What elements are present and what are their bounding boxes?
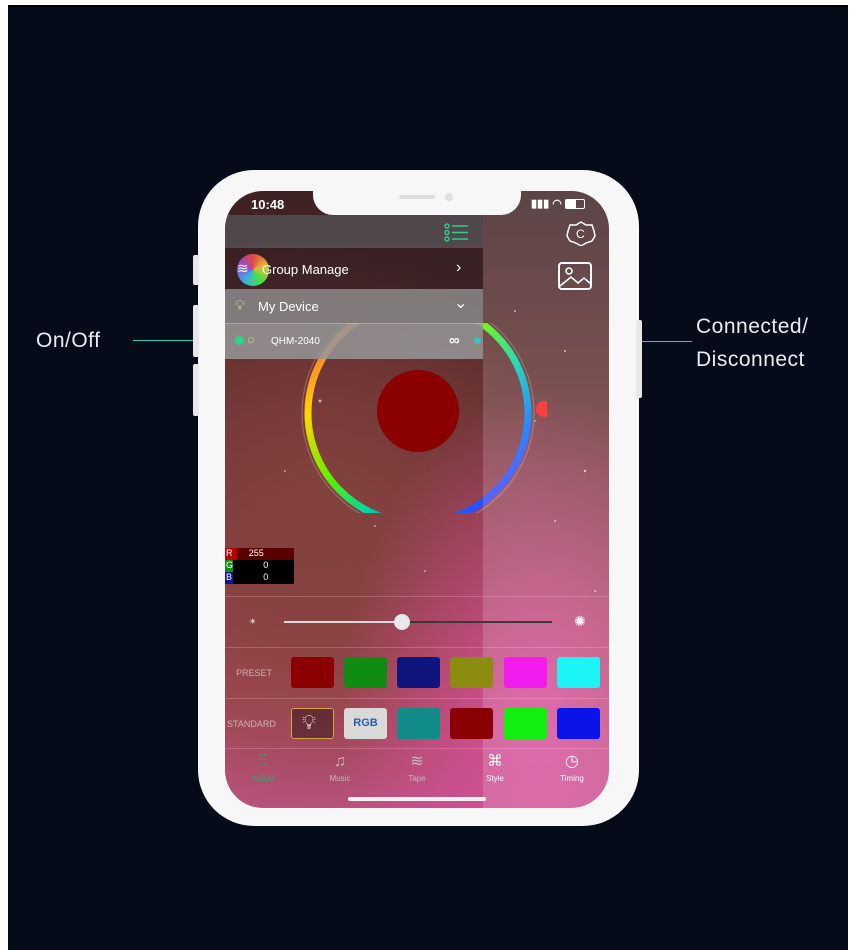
image-top-border — [0, 0, 856, 7]
my-device-row[interactable]: 💡︎ My Device ⌄ — [225, 289, 483, 323]
status-time: 10:48 — [251, 197, 285, 212]
status-icons: ▮▮▮ ◠ — [531, 197, 585, 210]
my-device-label: My Device — [258, 299, 319, 314]
app-screen: 10:48 ▮▮▮ ◠ C ≋ Group Manage › 💡︎ My Dev… — [225, 191, 609, 808]
standard-color-swatch[interactable] — [557, 708, 600, 739]
link-icon[interactable]: ∞ — [449, 332, 460, 349]
music-note-icon: ♫ — [334, 753, 346, 770]
lightbulb-icon: 💡︎ — [302, 712, 316, 734]
volume-up-button — [193, 305, 199, 357]
standard-label: STANDARD — [227, 719, 276, 729]
group-manage-label: Group Manage — [262, 262, 349, 277]
slider-fill — [284, 621, 402, 623]
r-value: 255 — [236, 548, 294, 560]
b-row: B 0 — [225, 572, 294, 584]
brightness-high-icon: ✺ — [574, 613, 586, 629]
divider — [225, 748, 609, 749]
layers-icon: ≋ — [237, 260, 249, 276]
standard-color-swatch[interactable] — [397, 708, 440, 739]
r-row: R 255 — [225, 548, 294, 560]
tab-tape[interactable]: ≋ Tape — [387, 753, 447, 783]
tab-tape-label: Tape — [408, 774, 426, 783]
bulb-icon: ○ — [247, 332, 255, 347]
wifi-icon: ◠ — [552, 198, 562, 210]
volume-down-button — [193, 364, 199, 416]
tab-adjust[interactable]: ⫶⫶ Adjust — [233, 753, 293, 783]
side-menu-header — [225, 215, 483, 248]
rgb-readout: R 255 G 0 B 0 — [225, 548, 294, 584]
g-label: G — [225, 560, 234, 572]
image-icon[interactable] — [557, 261, 593, 291]
power-button — [636, 320, 642, 398]
clock-icon: ◷ — [565, 753, 579, 770]
tab-timing-label: Timing — [560, 774, 584, 783]
preset-color-swatch[interactable] — [450, 657, 493, 688]
tab-style-label: Style — [486, 774, 504, 783]
onoff-callout-label: On/Off — [36, 329, 101, 352]
connected-callout-label: Connected/ — [696, 315, 809, 338]
image-left-border — [0, 0, 8, 950]
preset-color-swatch[interactable] — [291, 657, 334, 688]
device-name: QHM-2040 — [271, 336, 320, 347]
b-label: B — [225, 572, 234, 584]
phone-notch — [313, 191, 521, 215]
preset-label: PRESET — [236, 668, 273, 678]
r-label: R — [225, 548, 237, 560]
tab-adjust-label: Adjust — [251, 774, 275, 783]
preset-color-swatch[interactable] — [557, 657, 600, 688]
brightness-low-icon: ✳ — [249, 617, 256, 626]
preset-color-swatch[interactable] — [397, 657, 440, 688]
group-manage-row[interactable]: ≋ Group Manage › — [225, 248, 483, 289]
divider — [225, 596, 609, 597]
standard-color-swatch[interactable] — [450, 708, 493, 739]
standard-color-swatch[interactable] — [504, 708, 547, 739]
divider — [225, 698, 609, 699]
command-icon: ⌘ — [487, 753, 503, 770]
settings-icon[interactable]: C — [565, 220, 597, 246]
battery-icon — [564, 199, 585, 210]
chevron-down-icon: ⌄ — [454, 295, 468, 312]
g-row: G 0 — [225, 560, 294, 572]
b-value: 0 — [233, 572, 294, 584]
waves-icon: ≋ — [410, 753, 424, 770]
divider — [225, 647, 609, 648]
connection-dot — [474, 337, 481, 344]
device-item-row[interactable]: ○ QHM-2040 ∞ — [225, 323, 483, 359]
signal-icon: ▮▮▮ — [531, 198, 550, 210]
image-right-border — [848, 0, 856, 950]
bulb-icon: 💡︎ — [235, 297, 245, 313]
selected-color-circle — [377, 370, 459, 452]
bulb-white-button[interactable]: 💡︎ — [291, 708, 334, 739]
preset-color-swatch[interactable] — [504, 657, 547, 688]
preset-color-swatch[interactable] — [344, 657, 387, 688]
sliders-icon: ⫶⫶ — [258, 753, 267, 770]
tab-style[interactable]: ⌘ Style — [465, 753, 525, 783]
g-value: 0 — [233, 560, 294, 572]
tab-music-label: Music — [329, 774, 351, 783]
chevron-right-icon: › — [456, 259, 462, 276]
power-toggle[interactable] — [235, 336, 244, 345]
speaker-grill — [399, 195, 435, 199]
tab-music[interactable]: ♫ Music — [310, 753, 370, 783]
tab-timing[interactable]: ◷ Timing — [542, 753, 602, 783]
list-menu-icon[interactable] — [444, 223, 468, 242]
slider-thumb[interactable] — [393, 614, 410, 630]
disconnect-callout-label: Disconnect — [696, 348, 805, 371]
front-camera — [445, 193, 453, 201]
mute-switch — [193, 255, 199, 285]
rgb-button[interactable]: RGB — [344, 708, 387, 739]
svg-text:C: C — [576, 227, 585, 241]
home-indicator[interactable] — [348, 797, 486, 801]
